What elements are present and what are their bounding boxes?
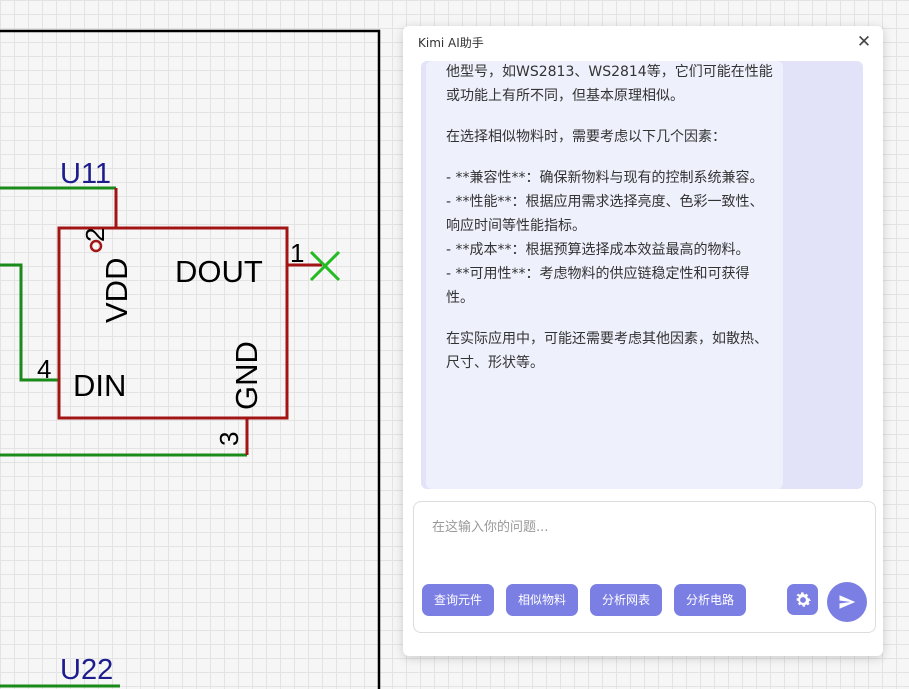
settings-button[interactable] (787, 584, 818, 615)
close-icon[interactable]: ✕ (855, 33, 873, 51)
analyze-circuit-button[interactable]: 分析电路 (674, 584, 747, 616)
sheet-frame (0, 29, 381, 689)
send-button[interactable] (827, 582, 867, 622)
assistant-message-bubble: 他型号，如WS2813、WS2814等，它们可能在性能或功能上有所不同，但基本原… (426, 61, 783, 489)
message-paragraph: 在实际应用中，可能还需要考虑其他因素，如散热、尺寸、形状等。 (446, 331, 768, 371)
send-icon (839, 595, 856, 609)
panel-title: Kimi AI助手 (418, 36, 484, 50)
query-component-button[interactable]: 查询元件 (422, 584, 495, 616)
input-container: 查询元件 相似物料 分析网表 分析电路 (413, 501, 876, 633)
ai-assistant-panel: Kimi AI助手 ✕ 他型号，如WS2813、WS2814等，它们可能在性能或… (403, 26, 883, 656)
message-paragraph: 在选择相似物料时，需要考虑以下几个因素： (446, 129, 726, 145)
question-input[interactable] (430, 514, 854, 578)
pin-name-gnd: GND (229, 341, 264, 410)
analyze-netlist-button[interactable]: 分析网表 (590, 584, 663, 616)
message-area[interactable]: 他型号，如WS2813、WS2814等，它们可能在性能或功能上有所不同，但基本原… (421, 61, 863, 489)
pin-number-dout: 1 (290, 238, 304, 268)
pin-name-din: DIN (73, 368, 126, 403)
designator-u22: U22 (60, 654, 113, 686)
pin-number-vdd: 2 (80, 228, 110, 242)
message-paragraph: - **兼容性**：确保新物料与现有的控制系统兼容。 - **性能**：根据应用… (446, 170, 764, 306)
pin-number-gnd: 3 (214, 432, 244, 446)
pin-number-din: 4 (37, 354, 51, 384)
message-paragraph: 他型号，如WS2813、WS2814等，它们可能在性能或功能上有所不同，但基本原… (446, 64, 773, 104)
pin-name-vdd: VDD (99, 258, 134, 323)
message-content: 他型号，如WS2813、WS2814等，它们可能在性能或功能上有所不同，但基本原… (446, 61, 776, 392)
designator-u11: U11 (60, 158, 111, 190)
gear-icon (796, 591, 811, 607)
pin-name-dout: DOUT (175, 254, 263, 289)
similar-material-button[interactable]: 相似物料 (506, 584, 579, 616)
schematic-drawing[interactable]: U11 U22 2 1 4 3 VDD DOUT DIN GND (0, 0, 395, 689)
